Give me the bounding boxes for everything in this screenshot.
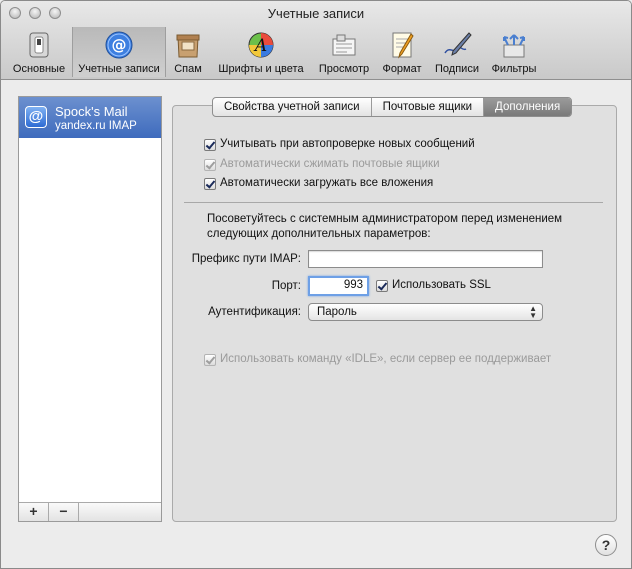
fonts-colors-icon: A	[246, 31, 276, 59]
toolbar-signatures[interactable]: Подписи	[430, 29, 484, 77]
account-tabs: Свойства учетной записи Почтовые ящики Д…	[212, 97, 573, 117]
rules-icon	[499, 31, 529, 59]
signatures-icon	[442, 31, 472, 59]
auto-compact-checkbox	[204, 159, 216, 171]
account-item-spocks-mail[interactable]: @ Spock's Mail yandex.ru IMAP	[19, 97, 161, 138]
add-account-button[interactable]: +	[19, 503, 49, 521]
authentication-value: Пароль	[317, 306, 357, 318]
authentication-select[interactable]: Пароль ▲ ▼	[308, 303, 543, 321]
toolbar-junk[interactable]: Спам	[168, 29, 208, 77]
auto-download-checkbox[interactable]	[204, 178, 216, 190]
preferences-window: Учетные записи Основные @ Учетные записи…	[0, 0, 632, 569]
accounts-list[interactable]: @ Spock's Mail yandex.ru IMAP + −	[18, 96, 162, 522]
toolbar-composing[interactable]: Формат	[378, 29, 426, 77]
toolbar-rules[interactable]: Фильтры	[488, 29, 540, 77]
use-idle-checkbox	[204, 354, 216, 366]
imap-prefix-field[interactable]	[308, 250, 543, 268]
updown-arrows-icon: ▲ ▼	[529, 304, 537, 320]
svg-text:A: A	[253, 36, 267, 56]
junk-mail-icon	[173, 31, 203, 59]
at-sign-icon: @	[104, 31, 134, 59]
include-auto-check-checkbox[interactable]	[204, 139, 216, 151]
port-field[interactable]: 993	[308, 276, 369, 296]
composing-icon	[387, 31, 417, 59]
svg-text:@: @	[112, 36, 127, 54]
help-button[interactable]: ?	[595, 534, 617, 556]
imap-prefix-label: Префикс пути IMAP:	[191, 253, 301, 265]
use-ssl-checkbox[interactable]	[376, 280, 388, 292]
remove-account-button[interactable]: −	[49, 503, 79, 521]
tab-account-information[interactable]: Свойства учетной записи	[213, 98, 372, 116]
window-title: Учетные записи	[267, 6, 365, 21]
switch-icon	[24, 31, 54, 59]
use-ssl-label: Использовать SSL	[392, 279, 491, 291]
advanced-note: Посоветуйтесь с системным администраторо…	[207, 213, 563, 240]
include-auto-check-label: Учитывать при автопроверке новых сообщен…	[220, 138, 475, 150]
port-label: Порт:	[271, 280, 301, 292]
toolbar-general[interactable]: Основные	[9, 29, 69, 77]
viewing-icon	[329, 31, 359, 59]
toolbar-accounts[interactable]: @ Учетные записи	[72, 27, 166, 77]
separator	[184, 202, 603, 203]
toolbar-viewing[interactable]: Просмотр	[314, 29, 374, 77]
auto-compact-label: Автоматически сжимать почтовые ящики	[220, 158, 440, 170]
accounts-list-footer: + −	[19, 502, 161, 521]
toolbar: Учетные записи Основные @ Учетные записи…	[1, 1, 631, 80]
toolbar-fonts-colors[interactable]: A Шрифты и цвета	[213, 29, 309, 77]
at-sign-icon: @	[25, 106, 47, 128]
authentication-label: Аутентификация:	[208, 306, 301, 318]
tab-advanced[interactable]: Дополнения	[484, 98, 572, 116]
account-name: Spock's Mail	[55, 104, 128, 119]
auto-download-label: Автоматически загружать все вложения	[220, 177, 434, 189]
tab-mailbox-behaviors[interactable]: Почтовые ящики	[372, 98, 485, 116]
use-idle-label: Использовать команду «IDLE», если сервер…	[220, 353, 552, 365]
account-subtitle: yandex.ru IMAP	[55, 120, 137, 132]
